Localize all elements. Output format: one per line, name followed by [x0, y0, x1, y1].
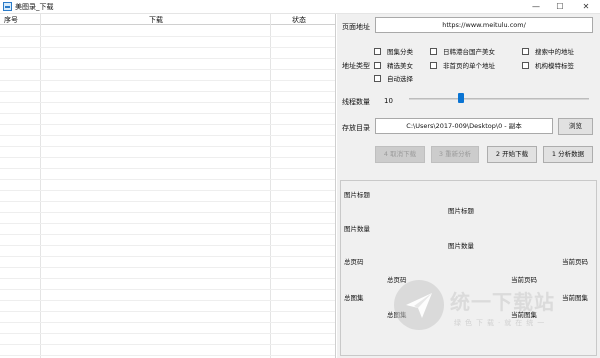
- row-line: [0, 36, 335, 37]
- row-line: [0, 267, 335, 268]
- checkbox-label: 图集分类: [387, 48, 413, 56]
- row-line: [0, 113, 335, 114]
- settings-panel: 页面地址 https://www.meitulu.com/ 地址类型 图集分类 …: [337, 14, 600, 358]
- current-page-label: 当前页码: [562, 258, 588, 266]
- row-line: [0, 355, 335, 356]
- threads-label: 线程数量: [342, 98, 370, 106]
- checkbox-box[interactable]: [374, 74, 381, 82]
- total-sets-label: 总图集: [344, 294, 364, 302]
- row-line: [0, 234, 335, 235]
- row-line: [0, 179, 335, 180]
- checkbox-search-url[interactable]: 搜索中的地址: [522, 46, 574, 56]
- checkbox-featured[interactable]: 精选美女: [374, 60, 413, 70]
- checkbox-model-tag[interactable]: 机构模特标签: [522, 60, 574, 70]
- page-url-label: 页面地址: [342, 23, 370, 31]
- checkbox-box[interactable]: [522, 47, 529, 55]
- close-button[interactable]: ✕: [574, 0, 598, 14]
- row-line: [0, 168, 335, 169]
- column-header-status[interactable]: 状态: [292, 15, 306, 25]
- row-line: [0, 102, 335, 103]
- reanalyze-button[interactable]: 3 重新分析: [431, 146, 479, 163]
- checkbox-box[interactable]: [522, 61, 529, 69]
- checkbox-label: 非首页的单个地址: [443, 62, 495, 70]
- row-line: [0, 201, 335, 202]
- row-line: [0, 256, 335, 257]
- current-page-value: 当前页码: [511, 276, 537, 284]
- address-type-label: 地址类型: [342, 62, 370, 70]
- row-line: [0, 58, 335, 59]
- maximize-button[interactable]: ☐: [548, 0, 572, 14]
- pic-title-value: 图片标题: [448, 207, 474, 215]
- threads-slider-thumb[interactable]: [458, 93, 465, 103]
- save-dir-label: 存放目录: [342, 124, 370, 132]
- checkbox-label: 自动选择: [387, 75, 413, 83]
- column-header-download[interactable]: 下载: [149, 15, 163, 25]
- row-line: [0, 146, 335, 147]
- checkbox-box[interactable]: [374, 61, 381, 69]
- row-line: [0, 69, 335, 70]
- total-pages-label: 总页码: [344, 258, 364, 266]
- row-line: [0, 212, 335, 213]
- list-header: 序号 下载 状态: [0, 14, 335, 25]
- page-url-input[interactable]: https://www.meitulu.com/: [375, 17, 593, 33]
- save-dir-input[interactable]: C:\Users\2017-009\Desktop\0 - 副本: [375, 118, 553, 134]
- pic-count-value: 图片数量: [448, 242, 474, 250]
- row-line: [0, 311, 335, 312]
- app-icon: [3, 2, 12, 11]
- column-header-index[interactable]: 序号: [4, 15, 18, 25]
- row-line: [0, 190, 335, 191]
- checkbox-box[interactable]: [430, 61, 437, 69]
- checkbox-auto-select[interactable]: 自动选择: [374, 73, 413, 83]
- checkbox-category[interactable]: 图集分类: [374, 46, 413, 56]
- pic-title-label: 图片标题: [344, 191, 370, 199]
- row-line: [0, 322, 335, 323]
- row-line: [0, 135, 335, 136]
- row-line: [0, 245, 335, 246]
- checkbox-box[interactable]: [374, 47, 381, 55]
- checkbox-label: 机构模特标签: [535, 62, 574, 70]
- info-group: 图片标题 图片标题 图片数量 图片数量 总页码 当前页码 总页码 当前页码 总图…: [340, 180, 597, 356]
- column-divider: [270, 14, 271, 358]
- cancel-download-button[interactable]: 4 取消下载: [375, 146, 425, 163]
- pic-count-label: 图片数量: [344, 225, 370, 233]
- start-download-button[interactable]: 2 开始下载: [487, 146, 537, 163]
- threads-value: 10: [384, 97, 393, 105]
- row-line: [0, 80, 335, 81]
- row-line: [0, 300, 335, 301]
- current-sets-value: 当前图集: [511, 311, 537, 319]
- row-line: [0, 223, 335, 224]
- row-line: [0, 278, 335, 279]
- row-line: [0, 124, 335, 125]
- checkbox-label: 日韩港台国产美女: [443, 48, 495, 56]
- threads-slider-track[interactable]: [409, 98, 589, 100]
- minimize-button[interactable]: —: [524, 0, 548, 14]
- row-line: [0, 47, 335, 48]
- column-divider: [40, 14, 41, 358]
- row-line: [0, 289, 335, 290]
- total-pages-value: 总页码: [387, 276, 407, 284]
- analyze-data-button[interactable]: 1 分析数据: [543, 146, 593, 163]
- title-bar: 美图录_下载 — ☐ ✕: [0, 0, 600, 14]
- row-line: [0, 344, 335, 345]
- checkbox-single-url[interactable]: 非首页的单个地址: [430, 60, 495, 70]
- browse-button[interactable]: 浏览: [558, 118, 593, 135]
- checkbox-box[interactable]: [430, 47, 437, 55]
- window-title: 美图录_下载: [15, 3, 54, 11]
- checkbox-label: 搜索中的地址: [535, 48, 574, 56]
- row-line: [0, 157, 335, 158]
- download-list[interactable]: 序号 下载 状态: [0, 14, 336, 358]
- row-line: [0, 333, 335, 334]
- row-line: [0, 91, 335, 92]
- checkbox-asian-beauty[interactable]: 日韩港台国产美女: [430, 46, 495, 56]
- checkbox-label: 精选美女: [387, 62, 413, 70]
- current-sets-label: 当前图集: [562, 294, 588, 302]
- total-sets-value: 总图集: [387, 311, 407, 319]
